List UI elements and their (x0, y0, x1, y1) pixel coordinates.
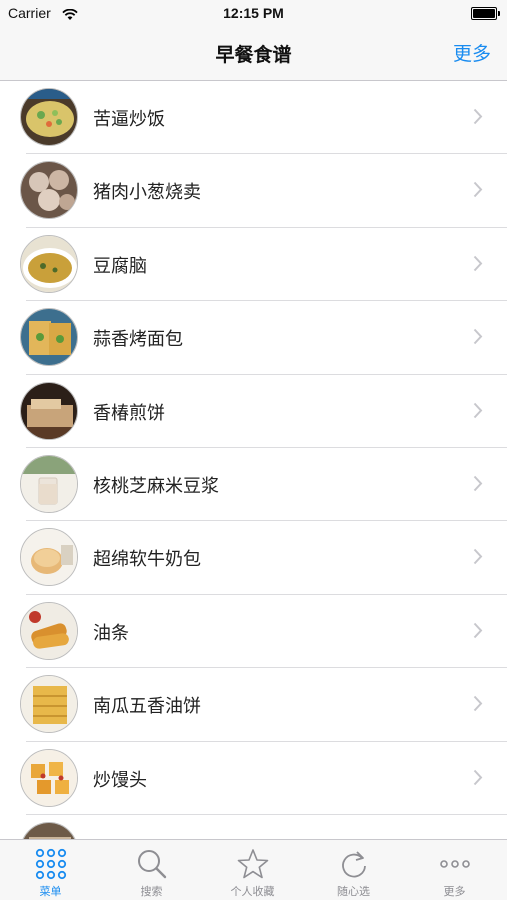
recipe-name: 油条 (93, 622, 129, 644)
recipe-thumbnail (20, 748, 78, 807)
recipe-name: 豆腐脑 (93, 255, 147, 277)
recipe-thumbnail (20, 454, 78, 513)
tab-label: 随心选 (337, 885, 370, 898)
recipe-name: 猪肉小葱烧卖 (93, 182, 201, 204)
tab-menu[interactable]: 菜单 (0, 840, 101, 901)
chevron-right-icon (473, 622, 483, 643)
tab-label: 菜单 (39, 885, 62, 898)
chevron-right-icon (473, 255, 483, 276)
more-button[interactable]: 更多 (453, 39, 491, 66)
recipe-thumbnail (20, 88, 78, 146)
chevron-right-icon (473, 769, 483, 790)
star-icon (202, 848, 303, 880)
recipe-name: 炒馒头 (93, 769, 147, 791)
refresh-icon (303, 848, 404, 880)
recipe-name: 苦逼炒饭 (93, 109, 165, 130)
recipe-name: 核桃芝麻米豆浆 (93, 475, 219, 497)
tab-bar: 菜单 搜索 个人收藏 随心选 更多 (0, 839, 507, 900)
chevron-right-icon (473, 695, 483, 716)
chevron-right-icon (473, 548, 483, 569)
recipe-row[interactable]: 油条 (0, 595, 507, 669)
recipe-row[interactable]: 猪肉小葱烧卖 (0, 154, 507, 229)
status-time: 12:15 PM (223, 5, 284, 21)
recipe-thumbnail (20, 381, 78, 440)
more-dots-icon (404, 848, 505, 880)
recipe-row[interactable]: 超绵软牛奶包 (0, 521, 507, 596)
tab-search[interactable]: 搜索 (101, 840, 202, 901)
recipe-list[interactable]: 苦逼炒饭 猪肉小葱烧卖 豆腐脑 蒜香烤面包 香椿煎饼 核桃芝麻米豆浆 超绵软牛奶… (0, 81, 507, 839)
recipe-name: 南瓜五香油饼 (93, 696, 201, 718)
recipe-thumbnail (20, 821, 78, 839)
recipe-name: 香椿煎饼 (93, 402, 165, 424)
recipe-row[interactable]: 豆腐脑 (0, 228, 507, 302)
chevron-right-icon (473, 328, 483, 349)
tab-favorites[interactable]: 个人收藏 (202, 840, 303, 901)
recipe-row[interactable]: 蒜香烤面包 (0, 301, 507, 375)
recipe-thumbnail (20, 161, 78, 220)
tab-label: 更多 (443, 885, 466, 898)
recipe-thumbnail (20, 234, 78, 293)
recipe-row[interactable]: 香椿煎饼 (0, 375, 507, 449)
recipe-thumbnail (20, 601, 78, 660)
page-title: 早餐食谱 (215, 44, 292, 66)
recipe-row[interactable]: 核桃芝麻米豆浆 (0, 448, 507, 522)
status-bar: Carrier 12:15 PM (0, 0, 507, 28)
recipe-thumbnail (20, 675, 78, 734)
recipe-name: 蒜香烤面包 (93, 329, 183, 351)
recipe-thumbnail (20, 528, 78, 587)
tab-more[interactable]: 更多 (404, 840, 505, 901)
tab-random[interactable]: 随心选 (303, 840, 404, 901)
tab-label: 个人收藏 (230, 885, 275, 898)
recipe-thumbnail (20, 308, 78, 367)
chevron-right-icon (473, 181, 483, 202)
recipe-name: 超绵软牛奶包 (93, 549, 201, 571)
search-icon (101, 848, 202, 880)
recipe-row[interactable]: 苦逼炒饭 (0, 81, 507, 155)
navigation-bar: 早餐食谱 更多 (0, 28, 507, 81)
chevron-right-icon (473, 475, 483, 496)
grid-dots-icon (0, 848, 101, 880)
chevron-right-icon (473, 108, 483, 129)
recipe-row[interactable]: 炒馒头 (0, 742, 507, 816)
tab-label: 搜索 (140, 885, 163, 898)
recipe-row[interactable]: 南瓜五香油饼 (0, 668, 507, 742)
battery-icon (471, 7, 500, 20)
recipe-row-partial[interactable] (0, 815, 507, 839)
chevron-right-icon (473, 402, 483, 423)
